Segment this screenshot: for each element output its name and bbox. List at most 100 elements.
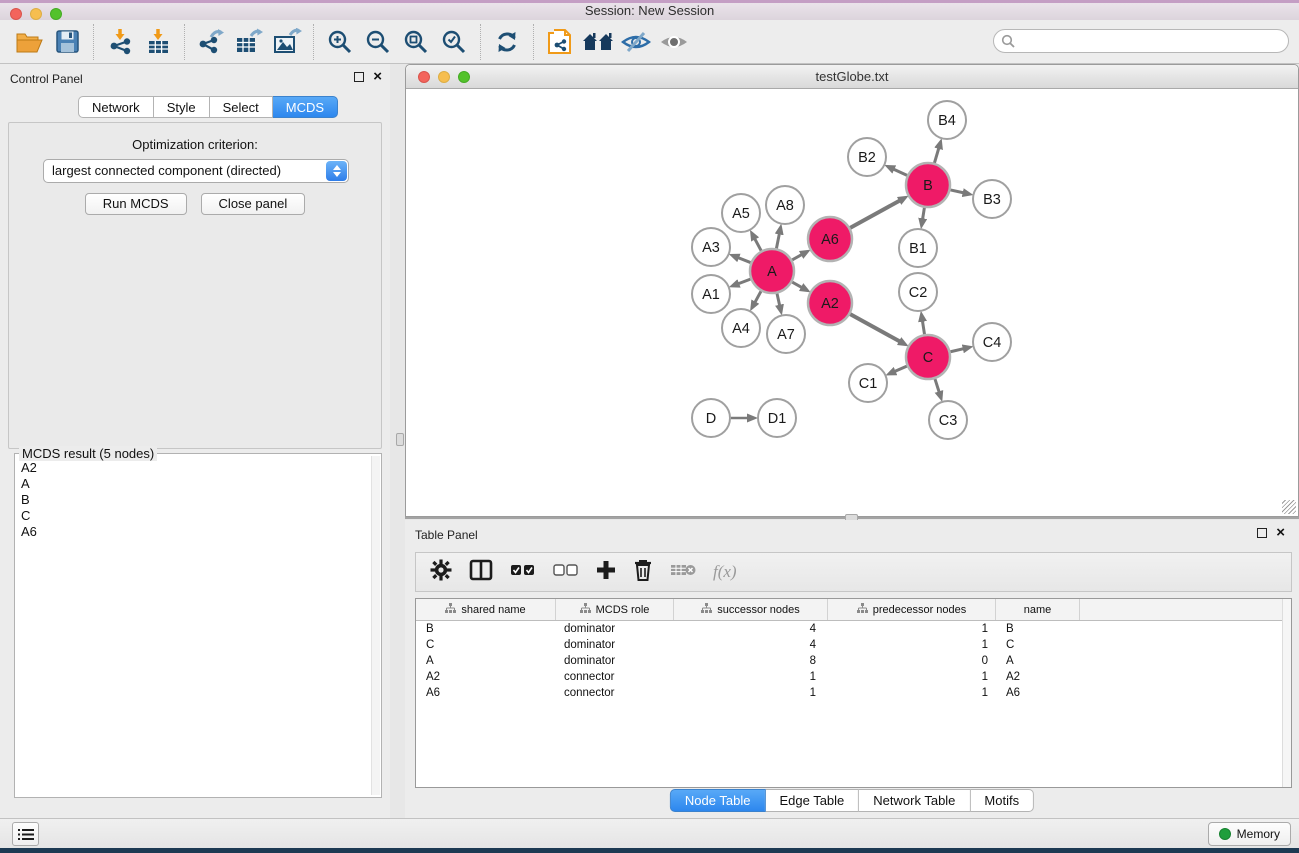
vertical-split-handle[interactable] (396, 433, 404, 446)
mcds-result-item[interactable]: A6 (15, 524, 370, 540)
control-panel: Control Panel × NetworkStyleSelectMCDS O… (0, 64, 390, 818)
tab-network[interactable]: Network (78, 96, 154, 118)
deselect-all-columns-icon[interactable] (553, 563, 579, 582)
zoom-in-icon[interactable] (321, 23, 359, 61)
graph-edge-A2-C[interactable] (850, 314, 902, 342)
graph-edge-A-A1[interactable] (736, 279, 750, 284)
graph-node-label-A7: A7 (777, 327, 795, 343)
graph-edge-C-C4[interactable] (950, 348, 965, 352)
new-network-from-selection-icon[interactable] (541, 23, 579, 61)
import-network-icon[interactable] (101, 23, 139, 61)
close-panel-button[interactable]: Close panel (201, 193, 306, 215)
column-header-name[interactable]: name (996, 599, 1080, 620)
tab-select[interactable]: Select (210, 96, 273, 118)
float-table-panel-icon[interactable] (1257, 528, 1267, 538)
task-history-button[interactable] (12, 822, 39, 846)
graph-edge-A-A8[interactable] (776, 231, 779, 248)
main-toolbar (0, 20, 1299, 64)
combobox-stepper-icon[interactable] (326, 161, 347, 181)
table-row[interactable]: Cdominator41C (416, 637, 1291, 653)
select-all-columns-icon[interactable] (510, 563, 536, 582)
add-column-icon[interactable] (596, 560, 616, 585)
network-canvas[interactable]: B4B2BB3A5A8A6A3AB1A1A2C2A4A7C4CC1DD1C3 (406, 89, 1298, 516)
graph-edge-A-A6[interactable] (792, 253, 804, 259)
network-minimize-button[interactable] (438, 71, 450, 83)
network-close-button[interactable] (418, 71, 430, 83)
search-input[interactable] (1019, 31, 1288, 51)
import-table-icon[interactable] (139, 23, 177, 61)
show-columns-icon[interactable] (469, 559, 493, 586)
table-row[interactable]: Adominator80A (416, 653, 1291, 669)
graph-edge-A-A4[interactable] (754, 291, 761, 304)
node-table-body: Bdominator41BCdominator41CAdominator80AA… (416, 621, 1291, 701)
graph-edge-B-B2[interactable] (892, 168, 908, 175)
tab-style[interactable]: Style (154, 96, 210, 118)
table-row[interactable]: A2connector11A2 (416, 669, 1291, 685)
graph-node-label-A1: A1 (702, 287, 720, 303)
save-session-icon[interactable] (48, 23, 86, 61)
table-scrollbar[interactable] (1282, 599, 1291, 787)
graph-edge-C-C3[interactable] (935, 379, 940, 394)
graph-node-label-B2: B2 (858, 150, 876, 166)
table-cell: 1 (674, 669, 828, 685)
hide-selected-eye-icon[interactable] (617, 23, 655, 61)
graph-edge-A-A2[interactable] (792, 282, 804, 288)
node-table-header: shared nameMCDS rolesuccessor nodesprede… (416, 599, 1291, 621)
column-header-successor-nodes[interactable]: successor nodes (674, 599, 828, 620)
graph-edge-A6-B[interactable] (850, 199, 902, 227)
tab-mcds[interactable]: MCDS (273, 96, 338, 118)
table-row[interactable]: Bdominator41B (416, 621, 1291, 637)
column-header-predecessor-nodes[interactable]: predecessor nodes (828, 599, 996, 620)
graph-edge-A-A5[interactable] (754, 237, 761, 251)
table-cell: 1 (828, 669, 996, 685)
export-image-icon[interactable] (268, 23, 306, 61)
mcds-result-item[interactable]: C (15, 508, 370, 524)
show-all-eye-icon[interactable] (655, 23, 693, 61)
delete-column-trash-icon[interactable] (633, 559, 653, 586)
close-panel-icon[interactable]: × (373, 72, 382, 82)
tab-network-table[interactable]: Network Table (859, 789, 970, 812)
float-panel-icon[interactable] (354, 72, 364, 82)
open-session-icon[interactable] (10, 23, 48, 61)
graph-edge-C-C2[interactable] (922, 319, 924, 335)
tab-edge-table[interactable]: Edge Table (765, 789, 859, 812)
memory-button[interactable]: Memory (1208, 822, 1291, 846)
export-table-icon[interactable] (230, 23, 268, 61)
graph-edge-B-B1[interactable] (922, 208, 924, 222)
network-zoom-button[interactable] (458, 71, 470, 83)
graph-edge-A-A3[interactable] (736, 257, 750, 263)
mcds-list-scrollbar[interactable] (371, 456, 380, 795)
network-window-titlebar[interactable]: testGlobe.txt (406, 65, 1298, 89)
graph-node-label-D: D (706, 411, 716, 427)
close-window-button[interactable] (10, 8, 22, 20)
close-table-panel-icon[interactable]: × (1276, 528, 1285, 538)
toolbar-search[interactable] (993, 29, 1289, 53)
table-row[interactable]: A6connector11A6 (416, 685, 1291, 701)
column-header-shared-name[interactable]: shared name (416, 599, 556, 620)
export-network-icon[interactable] (192, 23, 230, 61)
graph-edge-B-B3[interactable] (950, 190, 965, 193)
zoom-fit-icon[interactable] (397, 23, 435, 61)
window-resize-grip[interactable] (1282, 500, 1296, 514)
mcds-result-item[interactable]: A (15, 476, 370, 492)
criterion-select[interactable]: largest connected component (directed) (43, 159, 349, 183)
graph-edge-C-C1[interactable] (893, 366, 907, 372)
search-icon (1001, 34, 1015, 48)
mcds-result-item[interactable]: A2 (15, 460, 370, 476)
minimize-window-button[interactable] (30, 8, 42, 20)
zoom-selected-icon[interactable] (435, 23, 473, 61)
mcds-result-item[interactable]: B (15, 492, 370, 508)
zoom-window-button[interactable] (50, 8, 62, 20)
refresh-icon[interactable] (488, 23, 526, 61)
table-settings-gear-icon[interactable] (430, 559, 452, 586)
criterion-value: largest connected component (directed) (52, 163, 281, 178)
run-mcds-button[interactable]: Run MCDS (85, 193, 187, 215)
zoom-out-icon[interactable] (359, 23, 397, 61)
tab-node-table[interactable]: Node Table (670, 789, 766, 812)
window-title: Session: New Session (585, 3, 714, 18)
home-networks-icon[interactable] (579, 23, 617, 61)
column-header-MCDS-role[interactable]: MCDS role (556, 599, 674, 620)
graph-edge-B-B4[interactable] (934, 146, 939, 163)
graph-edge-A-A7[interactable] (777, 293, 780, 307)
tab-motifs[interactable]: Motifs (970, 789, 1034, 812)
